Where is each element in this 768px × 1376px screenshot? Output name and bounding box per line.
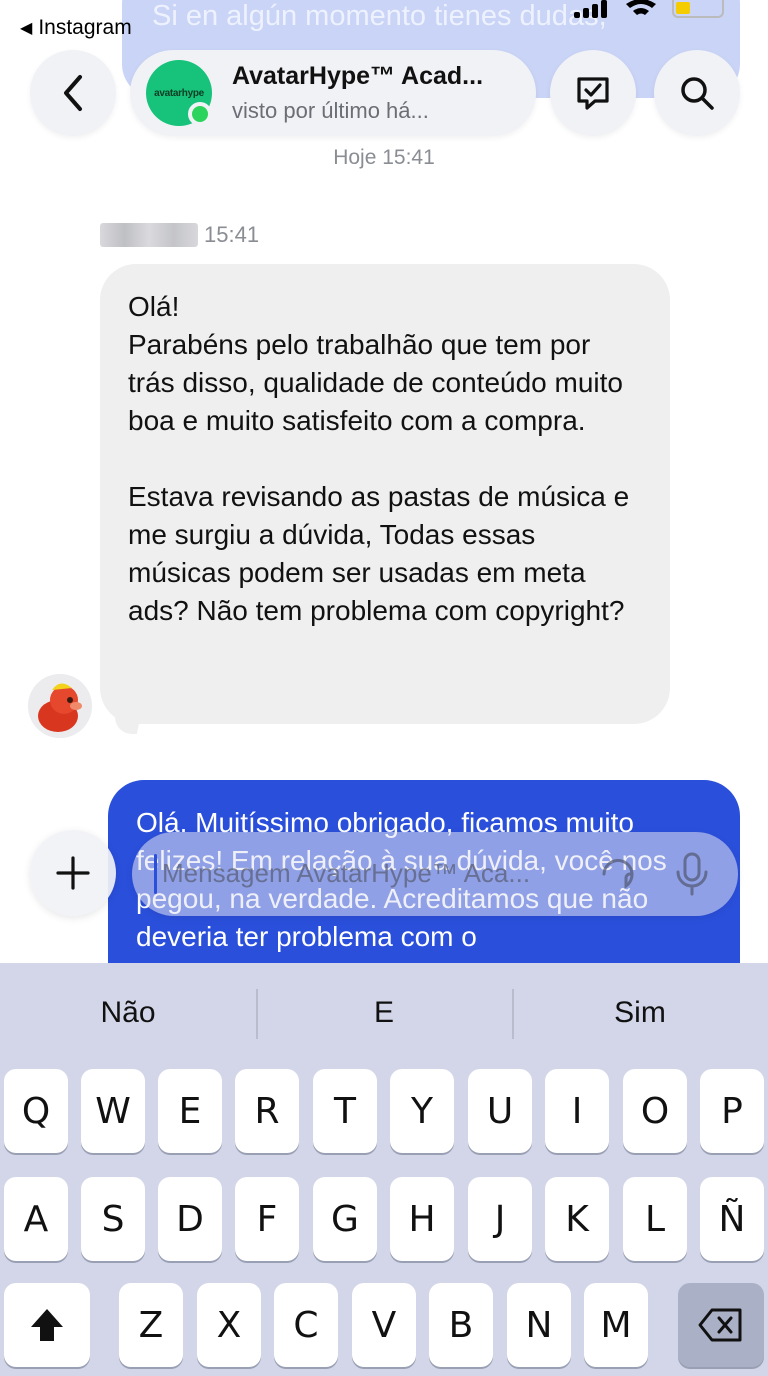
back-to-app-link[interactable]: ◀ Instagram bbox=[20, 16, 132, 40]
back-button[interactable] bbox=[30, 50, 116, 136]
suggestion-1[interactable]: Não bbox=[0, 963, 256, 1063]
contact-header[interactable]: avatarhype AvatarHype™ Acad... visto por… bbox=[130, 50, 536, 136]
shift-icon bbox=[31, 1309, 63, 1341]
key[interactable]: E bbox=[158, 1069, 222, 1153]
suggestion-2[interactable]: E bbox=[256, 963, 512, 1063]
key[interactable]: K bbox=[545, 1177, 609, 1261]
key[interactable]: Ñ bbox=[700, 1177, 764, 1261]
search-icon bbox=[681, 77, 714, 110]
incoming-message-greeting: Olá! bbox=[128, 291, 180, 322]
status-bar: Si en algún momento tienes dudas, ◀ Inst… bbox=[0, 0, 768, 98]
paragraph-spacer bbox=[128, 440, 642, 478]
key[interactable]: S bbox=[81, 1177, 145, 1261]
key[interactable]: J bbox=[468, 1177, 532, 1261]
shift-key[interactable] bbox=[4, 1283, 90, 1367]
contact-name: AvatarHype™ Acad... bbox=[232, 62, 484, 90]
wifi-icon bbox=[626, 0, 656, 15]
message-input[interactable]: Mensagem AvatarHype™ Aca... bbox=[132, 832, 738, 916]
key[interactable]: N bbox=[507, 1283, 571, 1367]
key[interactable]: W bbox=[81, 1069, 145, 1153]
key[interactable]: A bbox=[4, 1177, 68, 1261]
blurred-sender-name bbox=[100, 223, 198, 247]
cellular-signal-icon bbox=[574, 0, 610, 18]
key[interactable]: G bbox=[313, 1177, 377, 1261]
back-triangle-icon: ◀ bbox=[20, 20, 33, 37]
sender-time: 15:41 bbox=[204, 222, 260, 247]
key[interactable]: V bbox=[352, 1283, 416, 1367]
plus-icon bbox=[56, 856, 90, 890]
key[interactable]: C bbox=[274, 1283, 338, 1367]
key[interactable]: Y bbox=[390, 1069, 454, 1153]
battery-icon bbox=[672, 0, 724, 18]
text-caret bbox=[154, 854, 157, 894]
key[interactable]: D bbox=[158, 1177, 222, 1261]
sender-avatar-image bbox=[28, 674, 92, 738]
add-attachment-button[interactable] bbox=[30, 830, 116, 916]
search-button[interactable] bbox=[654, 50, 740, 136]
incoming-message-paragraph-2: Estava revisando as pastas de música e m… bbox=[128, 481, 630, 626]
incoming-message-bubble[interactable]: Olá! Parabéns pelo trabalhão que tem por… bbox=[100, 264, 670, 724]
status-icons bbox=[574, 0, 724, 20]
online-status-dot bbox=[188, 102, 212, 126]
suggestion-3[interactable]: Sim bbox=[512, 963, 768, 1063]
contact-last-seen: visto por último há... bbox=[232, 98, 429, 123]
key[interactable]: M bbox=[584, 1283, 648, 1367]
key[interactable]: I bbox=[545, 1069, 609, 1153]
incoming-message-paragraph-1: Parabéns pelo trabalhão que tem por trás… bbox=[128, 329, 623, 436]
avatar-logo: avatarhype bbox=[154, 87, 204, 99]
key[interactable]: O bbox=[623, 1069, 687, 1153]
key[interactable]: Q bbox=[4, 1069, 68, 1153]
key[interactable]: P bbox=[700, 1069, 764, 1153]
key[interactable]: X bbox=[197, 1283, 261, 1367]
key[interactable]: L bbox=[623, 1177, 687, 1261]
message-check-icon bbox=[577, 77, 609, 110]
notification-banner-text: Si en algún momento tienes dudas, bbox=[152, 0, 607, 32]
key[interactable]: F bbox=[235, 1177, 299, 1261]
sender-avatar[interactable] bbox=[28, 674, 92, 738]
back-to-app-label: Instagram bbox=[38, 16, 132, 39]
sticker-icon[interactable] bbox=[596, 852, 640, 896]
sender-row: 15:41 bbox=[100, 222, 259, 248]
keyboard: Não E Sim Q W E R T Y U I O P A S D F G … bbox=[0, 963, 768, 1376]
key[interactable]: Z bbox=[119, 1283, 183, 1367]
back-chevron-icon bbox=[64, 75, 82, 111]
instagram-dm-screen: { "status_bar": { "back_app_label": "Ins… bbox=[0, 0, 768, 1376]
key[interactable]: T bbox=[313, 1069, 377, 1153]
suggestion-bar: Não E Sim bbox=[0, 963, 768, 1063]
backspace-key[interactable] bbox=[678, 1283, 764, 1367]
key[interactable]: H bbox=[390, 1177, 454, 1261]
backspace-icon bbox=[698, 1308, 742, 1342]
message-check-button[interactable] bbox=[550, 50, 636, 136]
key[interactable]: R bbox=[235, 1069, 299, 1153]
microphone-icon[interactable] bbox=[672, 850, 712, 898]
key[interactable]: B bbox=[429, 1283, 493, 1367]
day-separator: Hoje 15:41 bbox=[333, 146, 435, 169]
key[interactable]: U bbox=[468, 1069, 532, 1153]
message-input-placeholder: Mensagem AvatarHype™ Aca... bbox=[162, 858, 531, 888]
